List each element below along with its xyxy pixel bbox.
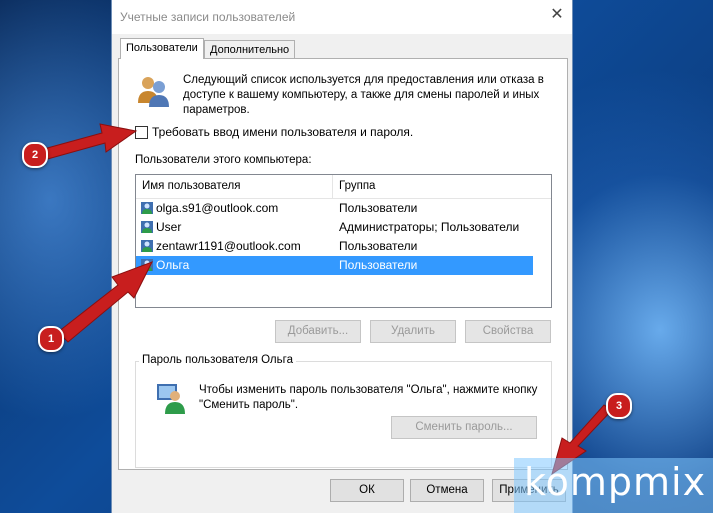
- annotation-badge-3: 3: [606, 393, 632, 419]
- annotation-arrows: [39, 123, 613, 476]
- watermark: kompmix: [514, 458, 713, 513]
- arrow-2: [39, 123, 138, 161]
- watermark-text: kompmix: [524, 460, 707, 504]
- tab-users[interactable]: Пользователи: [120, 38, 204, 59]
- arrow-1: [57, 261, 154, 343]
- annotation-badge-2: 2: [22, 142, 48, 168]
- annotation-badge-1: 1: [38, 326, 64, 352]
